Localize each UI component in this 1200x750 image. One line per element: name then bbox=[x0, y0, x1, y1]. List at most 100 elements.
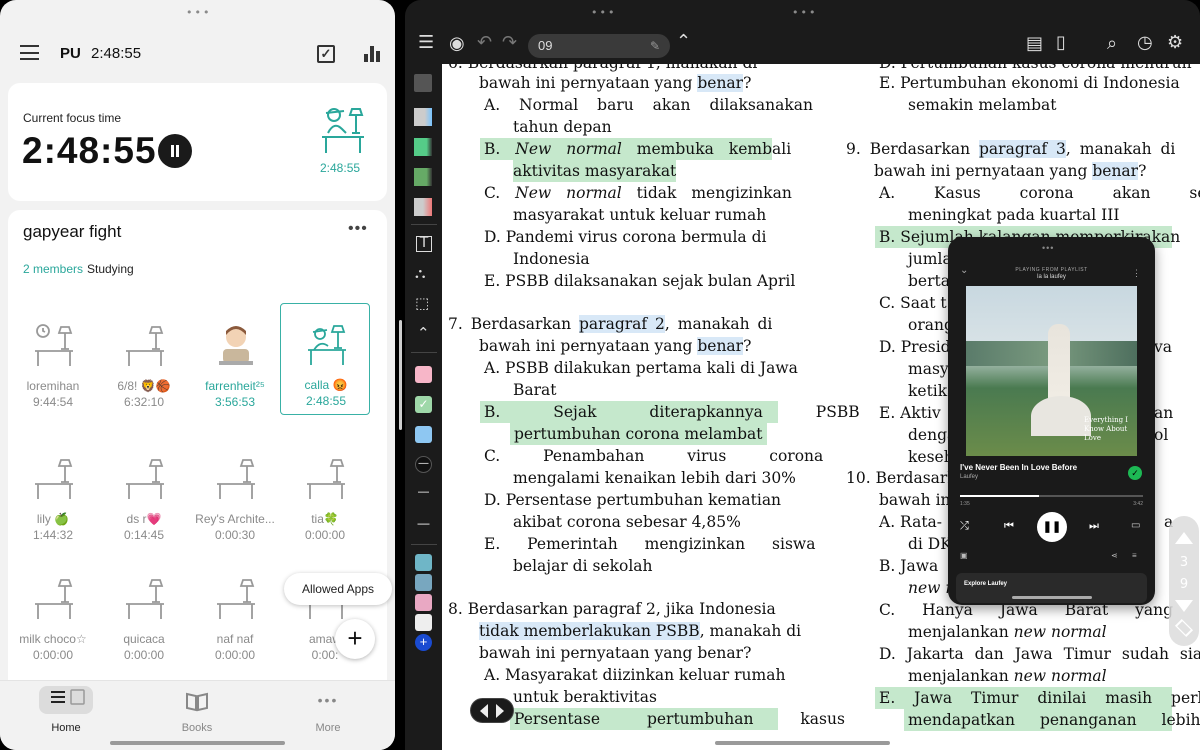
q9-d-end: va bbox=[1154, 338, 1172, 356]
member-card[interactable]: Rey's Archite... 0:00:30 bbox=[190, 438, 280, 550]
member-card[interactable]: farrenheit²⁵ 3:56:53 bbox=[190, 305, 280, 417]
eye-icon[interactable]: ◉ bbox=[449, 33, 465, 54]
stroke-size-2[interactable]: — bbox=[415, 486, 432, 503]
liked-check-icon[interactable]: ✓ bbox=[1128, 466, 1142, 480]
desk-icon bbox=[126, 326, 164, 366]
highlighter-green-icon[interactable] bbox=[414, 138, 432, 156]
spotify-pip-player[interactable]: ••• ⌄ PLAYING FROM PLAYLIST la la laufey… bbox=[948, 237, 1155, 605]
q10-d2: menjalankan new normal bbox=[908, 667, 1107, 685]
color-pink[interactable] bbox=[415, 366, 432, 383]
timer-icon[interactable]: ▭ bbox=[1131, 520, 1140, 531]
color-teal[interactable] bbox=[415, 554, 432, 571]
scroll-down-icon[interactable] bbox=[1175, 600, 1193, 612]
lasso-icon[interactable]: ⬚ bbox=[415, 294, 429, 312]
avatar bbox=[219, 326, 253, 365]
nav-books[interactable]: Books bbox=[167, 686, 227, 734]
member-card[interactable]: ds r💗 0:14:45 bbox=[99, 438, 189, 550]
pause-button[interactable] bbox=[158, 134, 192, 168]
layers-icon[interactable] bbox=[1174, 618, 1194, 638]
progress-track[interactable] bbox=[960, 495, 1143, 497]
collapse-icon[interactable]: ⌃ bbox=[417, 324, 430, 342]
previous-icon[interactable]: ⏮ bbox=[1004, 520, 1014, 533]
song-title: I've Never Been In Love Before bbox=[960, 463, 1078, 472]
scroll-up-icon[interactable] bbox=[1175, 532, 1193, 544]
q7-b2: pertumbuhan corona melambat bbox=[510, 423, 767, 445]
header-time: 2:48:55 bbox=[91, 45, 142, 62]
member-card[interactable]: lily 🍏 1:44:32 bbox=[8, 438, 98, 550]
devices-icon[interactable]: ▣ bbox=[960, 551, 968, 560]
color-green-selected[interactable]: ✓ bbox=[415, 396, 432, 413]
window-handle-3[interactable]: ••• bbox=[792, 6, 817, 19]
color-blue[interactable] bbox=[415, 426, 432, 443]
share-icon[interactable]: ⋖ bbox=[1111, 551, 1118, 560]
group-card: gapyear fight ••• 2 members Studying lor… bbox=[8, 210, 387, 680]
member-card[interactable]: naf naf 0:00:00 bbox=[190, 558, 280, 670]
q6-a2: tahun depan bbox=[513, 118, 612, 136]
tool-sidebar: T ⛬ ⬚ ⌃ ✓ — — — + bbox=[405, 64, 442, 750]
nav-more[interactable]: ••• More bbox=[298, 686, 358, 734]
shuffle-icon[interactable]: ⤮ bbox=[960, 520, 969, 533]
shape-tool-icon[interactable] bbox=[414, 74, 432, 92]
list-icon[interactable]: ▤ bbox=[1026, 33, 1043, 54]
redo-icon[interactable]: ↷ bbox=[502, 32, 517, 53]
member-card[interactable]: milk choco☆ 0:00:00 bbox=[8, 558, 98, 670]
member-card[interactable]: calla 😡 2:48:55 bbox=[280, 303, 370, 415]
member-card[interactable]: 6/8! 🦁🏀 6:32:10 bbox=[99, 305, 189, 417]
page-nav-pill[interactable] bbox=[470, 698, 514, 723]
page-icon[interactable]: ▯ bbox=[1056, 32, 1066, 53]
color-steel[interactable] bbox=[415, 574, 432, 591]
split-divider[interactable] bbox=[399, 320, 402, 430]
chevron-up-icon[interactable]: ⌃ bbox=[676, 31, 691, 52]
group-status: Studying bbox=[87, 262, 134, 276]
q10-header: 10. Berdasark bbox=[846, 469, 957, 487]
member-card[interactable]: loremihan 9:44:54 bbox=[8, 305, 98, 417]
more-icon[interactable]: ••• bbox=[348, 220, 368, 238]
members-count[interactable]: 2 members bbox=[23, 262, 83, 276]
play-pause-button[interactable]: ❚❚ bbox=[1037, 512, 1067, 542]
pip-handle[interactable]: ••• bbox=[1042, 243, 1054, 253]
desk-icon bbox=[35, 579, 73, 619]
color-white[interactable] bbox=[415, 614, 432, 631]
text-tool-icon[interactable]: T bbox=[416, 236, 432, 252]
stroke-size-3[interactable]: — bbox=[415, 516, 432, 533]
more-dots-icon: ••• bbox=[317, 692, 339, 708]
next-page-icon[interactable] bbox=[496, 704, 504, 718]
menu-icon-2[interactable]: ☰ bbox=[418, 32, 434, 53]
color-rose[interactable] bbox=[415, 594, 432, 611]
stroke-size-1[interactable]: — bbox=[415, 456, 432, 473]
search-doc-icon[interactable]: ⌕ bbox=[1107, 33, 1117, 54]
highlighter-icon[interactable] bbox=[414, 168, 432, 186]
q8-a2: untuk beraktivitas bbox=[513, 688, 657, 706]
nav-home[interactable]: Home bbox=[36, 686, 96, 734]
add-color-icon[interactable]: + bbox=[415, 634, 432, 651]
window-handle[interactable]: ••• bbox=[186, 6, 211, 19]
q7-e: E. Pemerintah mengizinkan siswa bbox=[484, 535, 816, 553]
menu-icon[interactable] bbox=[20, 45, 39, 60]
member-time: 0:00:30 bbox=[214, 528, 256, 542]
clock-icon[interactable]: ◷ bbox=[1137, 32, 1153, 53]
shapes-icon[interactable]: ⛬ bbox=[415, 264, 426, 282]
checkbox-icon[interactable]: ✓ bbox=[317, 45, 335, 63]
member-name: quicaca bbox=[123, 632, 165, 646]
member-card[interactable]: tia🍀 0:00:00 bbox=[280, 438, 370, 550]
queue-icon[interactable]: ≡ bbox=[1132, 551, 1137, 560]
pen-tool-icon[interactable] bbox=[414, 108, 432, 126]
allowed-apps-button[interactable]: Allowed Apps bbox=[284, 573, 392, 605]
q8-line2: tidak memberlakukan PSBB, manakah di bbox=[479, 622, 802, 640]
undo-icon[interactable]: ↶ bbox=[477, 32, 492, 53]
add-button[interactable]: + bbox=[335, 619, 375, 659]
prev-page-icon[interactable] bbox=[480, 704, 488, 718]
next-icon[interactable]: ⏭ bbox=[1089, 520, 1099, 533]
member-card[interactable]: quicaca 0:00:00 bbox=[99, 558, 189, 670]
stats-icon[interactable] bbox=[364, 46, 380, 62]
page-search-input[interactable]: 09 ✎ bbox=[528, 34, 670, 58]
window-handle-2[interactable]: ••• bbox=[591, 6, 616, 19]
gear-icon[interactable]: ⚙ bbox=[1167, 32, 1183, 53]
q10-d: D. Jakarta dan Jawa Timur sudah siap bbox=[879, 645, 1200, 663]
q6-c: C. New normal tidak mengizinkan bbox=[484, 184, 792, 202]
q9-c: C. Saat t bbox=[879, 294, 947, 312]
kebab-icon[interactable]: ⋮ bbox=[1132, 268, 1141, 279]
page-scroller[interactable]: 3 9 bbox=[1169, 516, 1199, 646]
eraser-icon[interactable] bbox=[414, 198, 432, 216]
member-time: 1:44:32 bbox=[32, 528, 74, 542]
